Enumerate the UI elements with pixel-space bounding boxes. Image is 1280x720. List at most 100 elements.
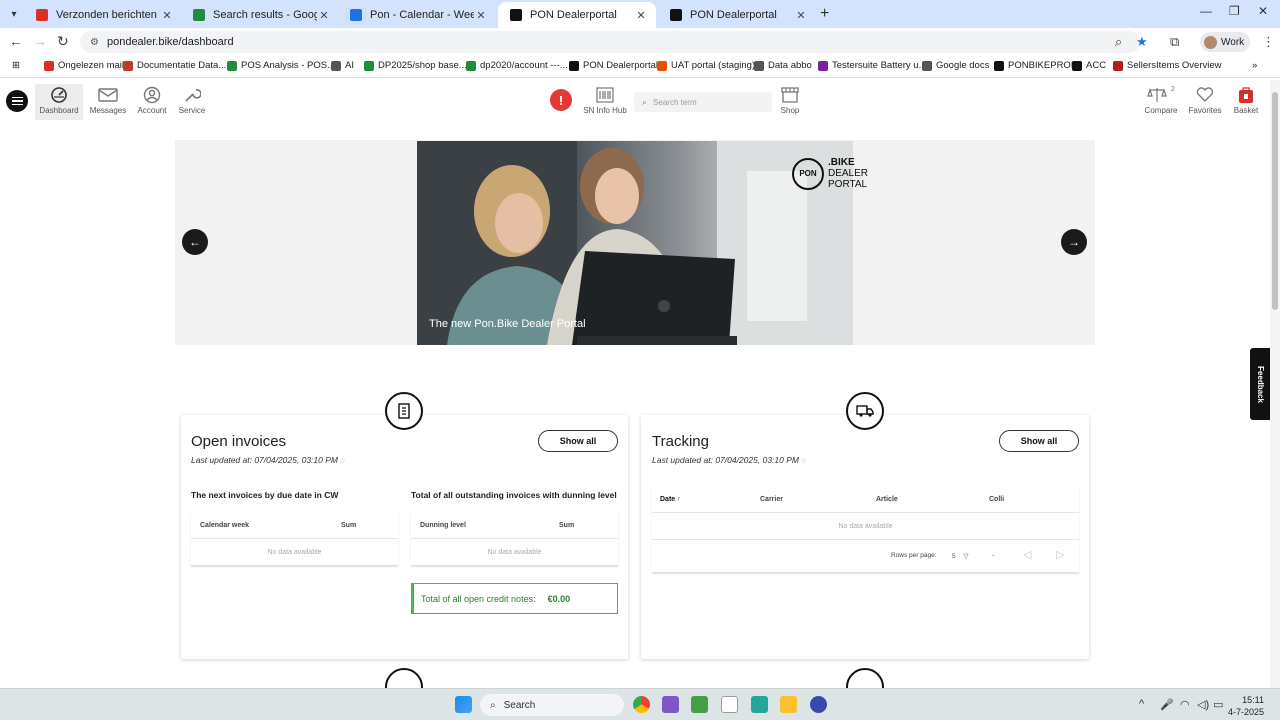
calculator-icon[interactable] (751, 696, 768, 713)
basket-label: Basket (1233, 106, 1259, 115)
tracking-show-all-button[interactable]: Show all (999, 430, 1079, 452)
tracking-title: Tracking (652, 433, 709, 450)
prev-page-icon[interactable]: ◁ (1023, 548, 1031, 561)
column-header: Date (660, 496, 676, 503)
carousel-next-button[interactable]: → (1061, 229, 1087, 255)
scrollbar-thumb[interactable] (1272, 92, 1278, 310)
search-input[interactable]: ⌕ Search term (634, 92, 772, 112)
profile-chip[interactable]: Work (1200, 32, 1250, 52)
bookmark-star-icon[interactable]: ★ (1136, 34, 1148, 50)
nav-service[interactable]: Service (168, 84, 216, 120)
column-header-date[interactable]: Date ↑ (660, 496, 681, 503)
site-info-icon[interactable]: ⚙ (90, 37, 99, 48)
back-button[interactable]: ← (9, 33, 23, 49)
compare-button[interactable]: 2 Compare (1137, 84, 1185, 120)
shop-button[interactable]: Shop (766, 84, 814, 120)
invoices-show-all-button[interactable]: Show all (538, 430, 618, 452)
new-tab-button[interactable]: + (820, 5, 829, 23)
url-field[interactable]: ⚙ pondealer.bike/dashboard (80, 31, 1140, 53)
alert-button[interactable]: ! (550, 89, 572, 111)
notepad-icon[interactable] (721, 696, 738, 713)
bookmark-item[interactable]: UAT portal (staging) (657, 60, 755, 71)
tab-search-chevron-icon[interactable]: ▾ (4, 4, 24, 24)
close-tab-icon[interactable]: ✕ (794, 9, 808, 22)
volume-icon[interactable]: ◁) (1197, 698, 1209, 711)
bookmark-item[interactable]: Data abbo (754, 60, 812, 71)
dunning-heading: Total of all outstanding invoices with d… (411, 490, 617, 500)
bookmark-item[interactable]: POS Analysis - POS... (227, 60, 335, 71)
bookmark-item[interactable]: SellersItems Overview (1113, 60, 1222, 71)
browser-tab[interactable]: Verzonden berichten - pieter.d✕ (24, 2, 182, 28)
taskbar-search-label: Search (503, 699, 536, 711)
bookmark-item[interactable]: ACC (1072, 60, 1106, 71)
forward-button[interactable]: → (33, 33, 47, 49)
bookmark-item[interactable]: Testersuite Battery u... (818, 60, 927, 71)
bookmark-label: Ongelezen mail (58, 60, 125, 71)
column-header: Sum (341, 522, 357, 529)
tray-chevron-icon[interactable]: ^ (1139, 698, 1144, 710)
refresh-icon[interactable]: ○ (340, 455, 345, 465)
extensions-icon[interactable]: ⧉ (1170, 34, 1179, 50)
bookmark-item[interactable]: AI (331, 60, 354, 71)
bookmark-icon (1072, 60, 1082, 71)
bookmark-item[interactable]: Ongelezen mail (44, 60, 124, 71)
basket-button[interactable]: Basket (1222, 84, 1270, 120)
app-icon[interactable] (691, 696, 708, 713)
bookmark-label: ACC (1086, 60, 1107, 71)
browser-tab[interactable]: Search results - Google Drive✕ (181, 2, 339, 28)
apps-grid-icon[interactable]: ⊞ (12, 60, 20, 71)
bookmark-item[interactable]: Documentatie Data... (123, 60, 226, 71)
bookmark-item[interactable]: Google docs (922, 60, 989, 71)
user-icon (143, 84, 161, 106)
page-scrollbar[interactable] (1270, 80, 1280, 688)
banner-caption[interactable]: The new Pon.Bike Dealer Portal (429, 318, 586, 330)
clock[interactable]: 15:11 4-7-2025 (1228, 694, 1264, 718)
file-explorer-icon[interactable] (780, 696, 797, 713)
maximize-button[interactable]: ❐ (1229, 4, 1240, 18)
close-tab-icon[interactable]: ✕ (317, 9, 331, 22)
browser-tab[interactable]: Pon - Calendar - Week of June✕ (338, 2, 496, 28)
close-tab-icon[interactable]: ✕ (634, 9, 648, 22)
minimize-button[interactable]: — (1200, 4, 1212, 18)
chrome-taskbar-icon[interactable] (633, 696, 650, 713)
sn-info-hub-button[interactable]: SN Info Hub (581, 84, 629, 120)
teams-icon[interactable] (662, 696, 679, 713)
bookmark-item[interactable]: PON Dealerportal (569, 60, 658, 71)
rows-per-page-select[interactable]: 5 ▽ (952, 552, 968, 560)
feedback-tab[interactable]: Feedback (1250, 348, 1270, 420)
reload-button[interactable]: ↻ (57, 33, 69, 50)
bookmark-item[interactable]: DP2025/shop base... (364, 60, 467, 71)
battery-icon[interactable]: ▭ (1213, 698, 1223, 711)
next-page-icon[interactable]: ▷ (1056, 548, 1064, 561)
pon-icon (670, 9, 682, 21)
refresh-icon[interactable]: ○ (801, 455, 806, 465)
scale-icon: 2 (1147, 84, 1175, 106)
menu-button[interactable] (6, 90, 28, 112)
close-tab-icon[interactable]: ✕ (474, 9, 488, 22)
taskbar-search[interactable]: ⌕ Search (480, 694, 624, 716)
nav-dashboard[interactable]: Dashboard (35, 84, 83, 120)
close-tab-icon[interactable]: ✕ (160, 9, 174, 22)
search-icon: ⌕ (642, 96, 648, 107)
browser-tab[interactable]: PON Dealerportal ✕ (658, 2, 816, 28)
nav-label: Dashboard (39, 106, 79, 115)
app-icon[interactable] (810, 696, 827, 713)
column-header: Article (876, 496, 898, 503)
tab-title: PON Dealerportal (690, 9, 777, 21)
bookmark-item[interactable]: PONBIKEPROD (994, 60, 1078, 71)
more-bookmarks-icon[interactable]: » (1252, 60, 1257, 71)
empty-state: No data available (267, 548, 322, 556)
due-heading: The next invoices by due date in CW (191, 490, 339, 500)
close-window-button[interactable]: ✕ (1258, 4, 1268, 18)
nav-label: Messages (89, 106, 127, 115)
sn-info-hub-label: SN Info Hub (583, 106, 627, 115)
microphone-icon[interactable]: 🎤 (1160, 698, 1174, 711)
carousel-prev-button[interactable]: ← (182, 229, 208, 255)
chrome-menu-icon[interactable]: ⋮ (1262, 34, 1275, 50)
wifi-icon[interactable]: ◠ (1180, 698, 1190, 711)
nav-messages[interactable]: Messages (84, 84, 132, 120)
browser-tab[interactable]: PON Dealerportal ✕ (498, 2, 656, 28)
windows-start-icon[interactable] (455, 696, 472, 713)
bookmark-item[interactable]: dp2020/account ---... (466, 60, 568, 71)
zoom-icon[interactable]: ⌕ (1115, 34, 1122, 50)
